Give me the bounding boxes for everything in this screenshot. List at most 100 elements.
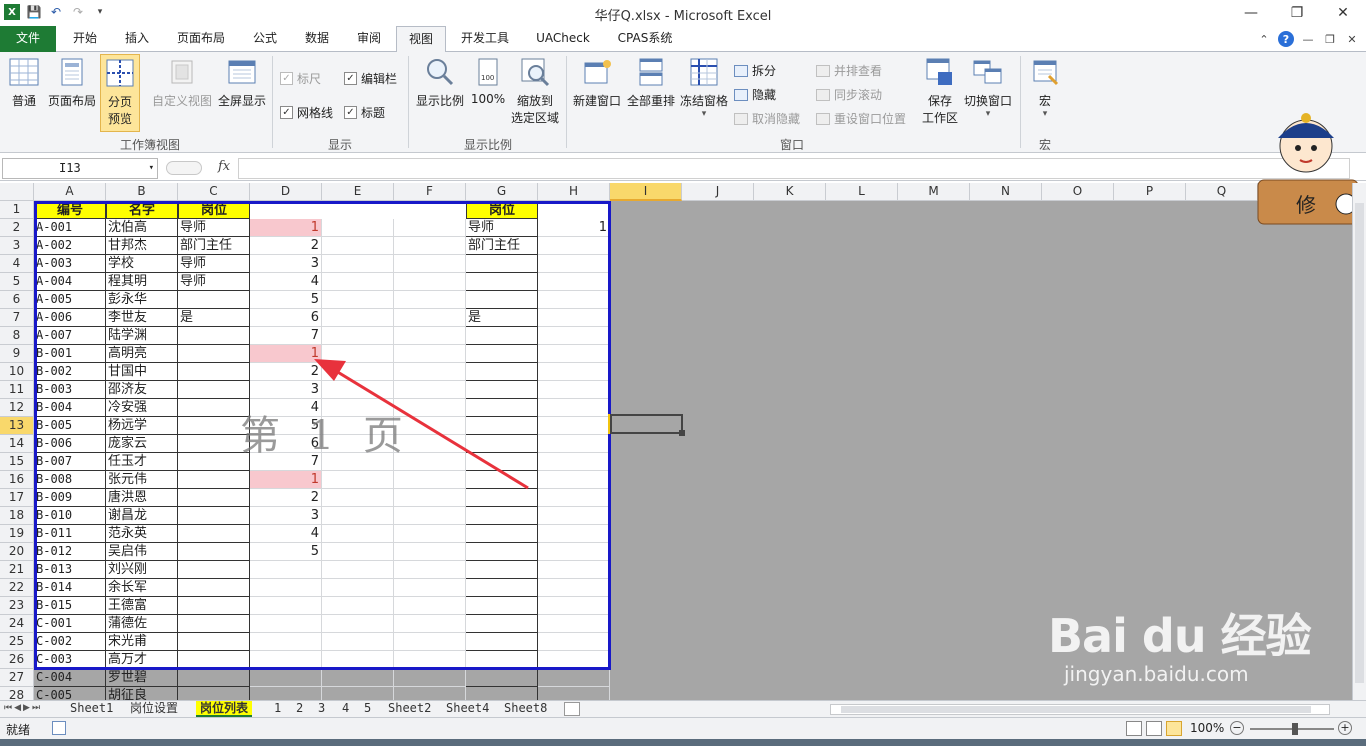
cell-h[interactable] [538,543,610,561]
cell-g[interactable] [466,417,538,435]
column-header-p[interactable]: P [1114,183,1186,201]
horizontal-scrollbar[interactable] [830,704,1330,715]
cell-id[interactable]: B-006 [34,435,106,453]
cell-g[interactable] [466,669,538,687]
cell-empty[interactable] [322,291,394,309]
column-header-a[interactable]: A [34,183,106,201]
cell-name[interactable]: 彭永华 [106,291,178,309]
cell-empty[interactable] [394,579,466,597]
cell-count[interactable] [250,615,322,633]
column-header-q[interactable]: Q [1186,183,1258,201]
row-header-11[interactable]: 11 [0,381,34,399]
row-header-25[interactable]: 25 [0,633,34,651]
cell-empty[interactable] [322,381,394,399]
row-header-24[interactable]: 24 [0,615,34,633]
zoom-to-selection-button[interactable]: 缩放到 选定区域 [508,56,562,126]
sheet-tab[interactable]: Sheet1 [66,701,117,717]
cell-position[interactable]: 是 [178,309,250,327]
cell-position[interactable] [178,453,250,471]
cell-g[interactable] [466,525,538,543]
cell-id[interactable]: C-003 [34,651,106,669]
zoom-100-button[interactable]: 100 100% [468,56,508,106]
cell-empty[interactable] [394,471,466,489]
cell-empty[interactable] [322,633,394,651]
cell-g[interactable]: 部门主任 [466,237,538,255]
cell-empty[interactable] [394,489,466,507]
cell-name[interactable]: 唐洪恩 [106,489,178,507]
row-header-6[interactable]: 6 [0,291,34,309]
cell-g[interactable] [466,615,538,633]
cell-id[interactable]: A-001 [34,219,106,237]
cell-count[interactable]: 3 [250,507,322,525]
cell-h[interactable] [538,507,610,525]
cell-empty[interactable] [322,471,394,489]
cell-empty[interactable] [394,327,466,345]
cell-count[interactable] [250,579,322,597]
reset-window-position-button[interactable]: 重设窗口位置 [816,110,906,127]
cell-h[interactable] [538,435,610,453]
cell-count[interactable] [250,651,322,669]
cell-g[interactable] [466,687,538,700]
minimize-ribbon-icon[interactable]: ⌃ [1256,31,1272,47]
cell-id[interactable]: C-001 [34,615,106,633]
cell-position[interactable] [178,669,250,687]
cell-g[interactable] [466,471,538,489]
tab-developer[interactable]: 开发工具 [452,26,518,52]
unhide-button[interactable]: 取消隐藏 [734,110,800,127]
cell-empty[interactable] [322,669,394,687]
cell-id[interactable]: A-007 [34,327,106,345]
cell-empty[interactable] [394,597,466,615]
row-header-13[interactable]: 13 [0,417,34,435]
cell-empty[interactable] [322,237,394,255]
cell-empty[interactable] [394,381,466,399]
cell-id[interactable]: B-007 [34,453,106,471]
cell-h[interactable] [538,615,610,633]
cell-id[interactable]: B-012 [34,543,106,561]
cell-g[interactable] [466,255,538,273]
cell-h[interactable] [538,561,610,579]
cell-g[interactable] [466,327,538,345]
workbook-close-icon[interactable]: ✕ [1344,31,1360,47]
save-workspace-button[interactable]: 保存 工作区 [918,56,962,126]
cell-position[interactable] [178,633,250,651]
cell-h[interactable] [538,291,610,309]
cell-h[interactable] [538,687,610,700]
help-icon[interactable]: ? [1278,31,1294,47]
cell-position[interactable] [178,525,250,543]
split-button[interactable]: 拆分 [734,62,776,79]
row-header-17[interactable]: 17 [0,489,34,507]
sheet-tab[interactable]: 4 [338,701,353,717]
cell-name[interactable]: 沈伯高 [106,219,178,237]
vertical-scrollbar[interactable] [1352,183,1366,700]
zoom-slider-thumb[interactable] [1292,723,1298,735]
cell-id[interactable]: B-004 [34,399,106,417]
cell-name[interactable]: 甘邦杰 [106,237,178,255]
formula-bar-handle[interactable] [166,161,202,175]
cell-position[interactable] [178,651,250,669]
row-header-19[interactable]: 19 [0,525,34,543]
cell-empty[interactable] [322,561,394,579]
cell-name[interactable]: 刘兴刚 [106,561,178,579]
sheet-tab[interactable]: Sheet4 [442,701,493,717]
cell-h[interactable] [538,327,610,345]
cell-empty[interactable] [394,435,466,453]
row-header-8[interactable]: 8 [0,327,34,345]
workbook-restore-icon[interactable]: ❐ [1322,31,1338,47]
cell-id[interactable]: B-010 [34,507,106,525]
cell-empty[interactable] [322,651,394,669]
cell-id[interactable]: A-005 [34,291,106,309]
cell-empty[interactable] [322,507,394,525]
cell-empty[interactable] [394,669,466,687]
cell-empty[interactable] [322,363,394,381]
zoom-button[interactable]: 显示比例 [414,56,466,109]
cell-count[interactable]: 5 [250,543,322,561]
cell-name[interactable]: 谢昌龙 [106,507,178,525]
macro-record-icon[interactable] [52,721,66,735]
cell-empty[interactable] [322,453,394,471]
cell-h[interactable] [538,489,610,507]
cell-empty[interactable] [394,291,466,309]
cell-count[interactable] [250,687,322,700]
row-header-14[interactable]: 14 [0,435,34,453]
cell-id[interactable]: B-002 [34,363,106,381]
arrange-all-button[interactable]: 全部重排 [624,56,678,109]
